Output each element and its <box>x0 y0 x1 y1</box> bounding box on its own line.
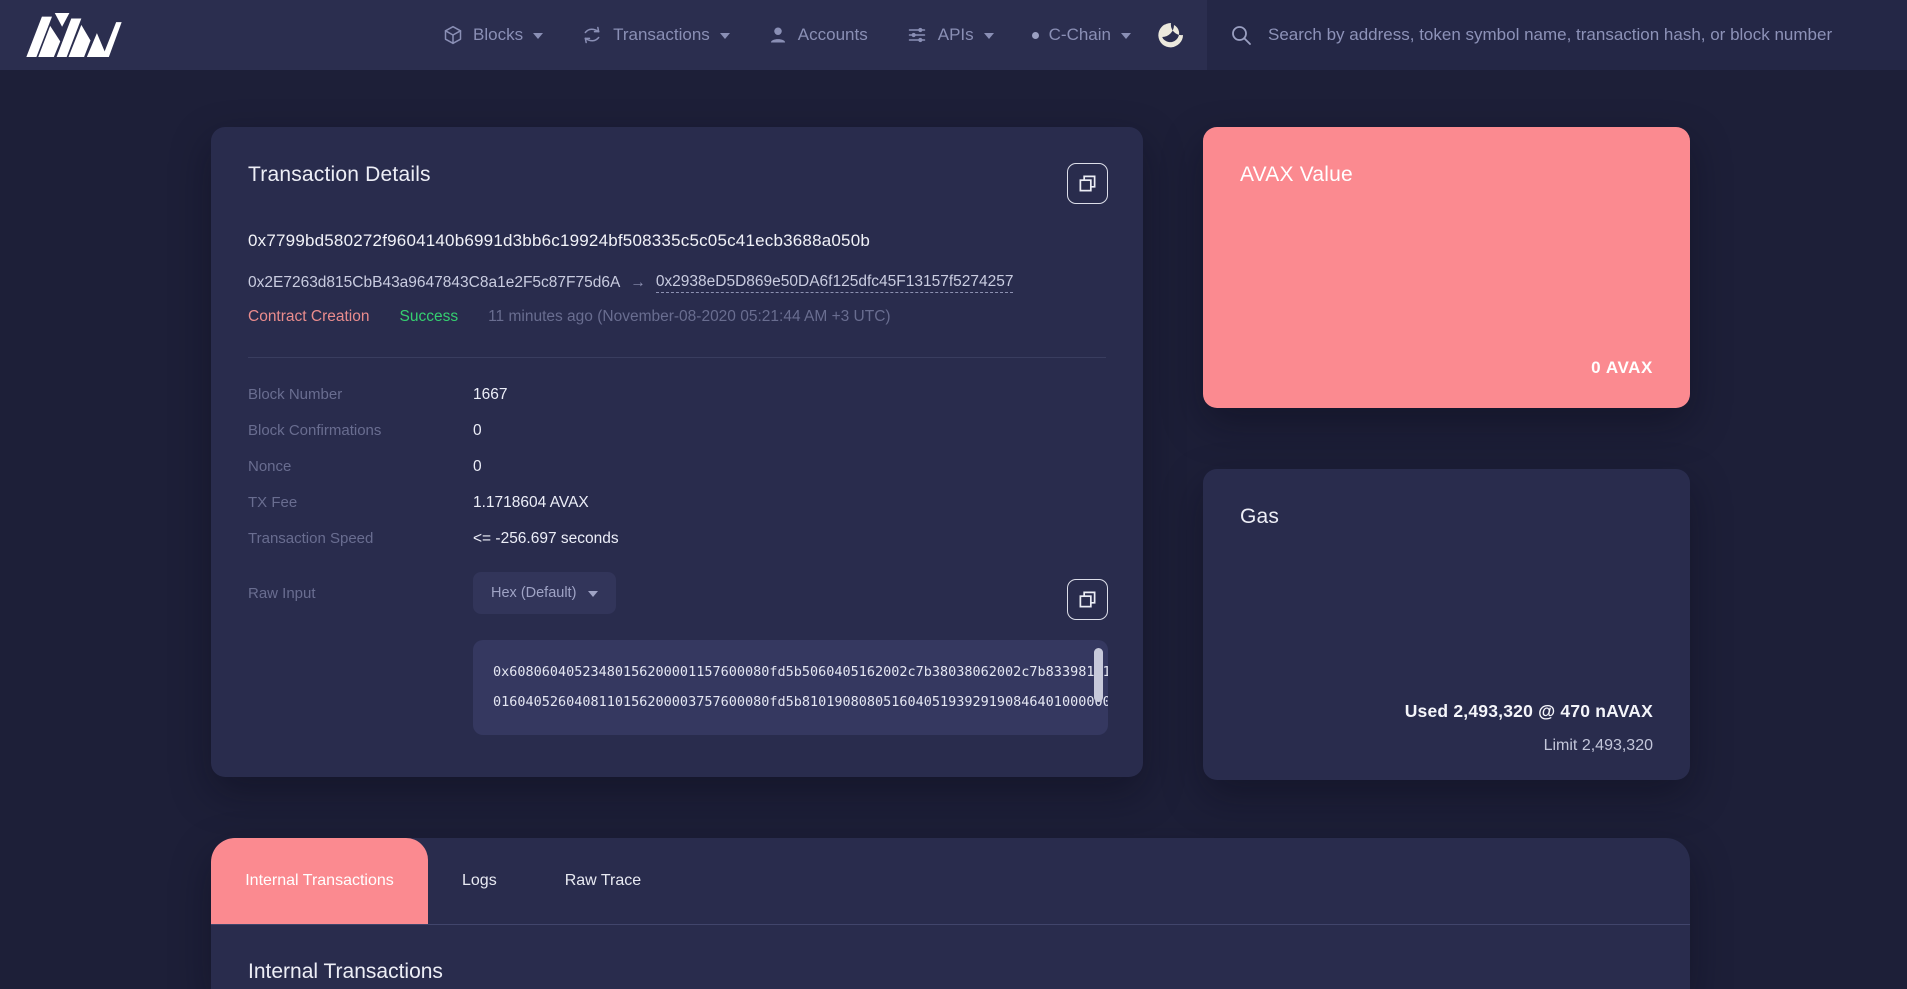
tab-internal-transactions[interactable]: Internal Transactions <box>211 838 428 924</box>
raw-input-hex-box[interactable]: 0x60806040523480156200001157600080fd5b50… <box>473 640 1108 735</box>
row-value: 1667 <box>473 386 507 404</box>
dark-mode-toggle[interactable] <box>1157 21 1185 49</box>
row-label: TX Fee <box>248 494 473 511</box>
row-label: Block Number <box>248 386 473 403</box>
nav-item-chain-selector[interactable]: C-Chain <box>1032 25 1131 45</box>
transaction-timestamp: 11 minutes ago (November-08-2020 05:21:4… <box>488 308 891 326</box>
nav-label-blocks: Blocks <box>473 25 523 45</box>
row-nonce: Nonce 0 <box>248 458 1106 494</box>
row-block-confirmations: Block Confirmations 0 <box>248 422 1106 458</box>
chevron-down-icon <box>588 591 598 597</box>
detail-rows: Block Number 1667 Block Confirmations 0 … <box>248 386 1106 566</box>
api-sliders-icon <box>906 25 928 45</box>
row-transaction-speed: Transaction Speed <= -256.697 seconds <box>248 530 1106 566</box>
copy-icon <box>1078 174 1097 193</box>
copy-hash-button[interactable] <box>1067 163 1108 204</box>
internal-transactions-heading: Internal Transactions <box>248 960 1690 984</box>
row-value: <= -256.697 seconds <box>473 530 619 548</box>
raw-input-line: 0x60806040523480156200001157600080fd5b50… <box>493 657 1078 687</box>
search-input[interactable] <box>1268 25 1888 45</box>
transfer-arrows-icon <box>581 25 603 45</box>
cube-icon <box>443 25 463 45</box>
divider <box>248 357 1106 358</box>
gas-card: Gas Used 2,493,320 @ 470 nAVAX Limit 2,4… <box>1203 469 1690 780</box>
encoding-selected-value: Hex (Default) <box>491 585 576 601</box>
transaction-status-line: Contract Creation Success 11 minutes ago… <box>248 308 1106 326</box>
row-value: 0 <box>473 422 482 440</box>
avax-value-title: AVAX Value <box>1240 163 1653 187</box>
to-address-link[interactable]: 0x2938eD5D869e50DA6f125dfc45F13157f52742… <box>656 273 1014 293</box>
gas-used-value: Used 2,493,320 @ 470 nAVAX <box>1405 701 1653 722</box>
transaction-type: Contract Creation <box>248 308 369 326</box>
nav-item-accounts[interactable]: Accounts <box>768 25 868 45</box>
copy-raw-input-button[interactable] <box>1067 579 1108 620</box>
tab-logs[interactable]: Logs <box>428 838 531 924</box>
from-address: 0x2E7263d815CbB43a9647843C8a1e2F5c87F75d… <box>248 274 620 292</box>
gas-title: Gas <box>1240 505 1653 529</box>
raw-input-label: Raw Input <box>248 572 473 602</box>
arrow-right-icon: → <box>630 274 646 292</box>
row-tx-fee: TX Fee 1.1718604 AVAX <box>248 494 1106 530</box>
row-label: Transaction Speed <box>248 530 473 547</box>
transaction-hash: 0x7799bd580272f9604140b6991d3bb6c19924bf… <box>248 231 1106 251</box>
avax-value-card: AVAX Value 0 AVAX <box>1203 127 1690 408</box>
nav-item-apis[interactable]: APIs <box>906 25 994 45</box>
row-value: 0 <box>473 458 482 476</box>
encoding-select[interactable]: Hex (Default) <box>473 572 616 614</box>
nav-label-apis: APIs <box>938 25 974 45</box>
chevron-down-icon <box>720 33 730 39</box>
chevron-down-icon <box>984 33 994 39</box>
row-label: Nonce <box>248 458 473 475</box>
search-icon <box>1229 23 1253 47</box>
nav-label-c-chain: C-Chain <box>1049 25 1111 45</box>
hex-box-scrollbar[interactable] <box>1094 648 1103 702</box>
row-block-number: Block Number 1667 <box>248 386 1106 422</box>
copy-icon <box>1078 590 1097 609</box>
avax-amount: 0 AVAX <box>1591 358 1653 378</box>
tab-bar: Internal Transactions Logs Raw Trace <box>211 838 1690 925</box>
gas-limit-value: Limit 2,493,320 <box>1544 737 1653 755</box>
top-navbar: Blocks Transactions Accounts APIs <box>0 0 1907 70</box>
avalanche-logo-icon <box>26 13 122 57</box>
person-icon <box>768 25 788 45</box>
global-search <box>1207 0 1907 70</box>
chain-dot-icon <box>1032 32 1039 39</box>
status-badge: Success <box>399 308 458 326</box>
tab-raw-trace[interactable]: Raw Trace <box>531 838 675 924</box>
transaction-addresses: 0x2E7263d815CbB43a9647843C8a1e2F5c87F75d… <box>248 273 1106 293</box>
transaction-details-card: Transaction Details 0x7799bd580272f96041… <box>211 127 1143 777</box>
chevron-down-icon <box>1121 33 1131 39</box>
row-label: Block Confirmations <box>248 422 473 439</box>
transaction-tabs-panel: Internal Transactions Logs Raw Trace Int… <box>211 838 1690 989</box>
nav-menu: Blocks Transactions Accounts APIs <box>443 25 1131 45</box>
raw-input-line: 0160405260408110156200003757600080fd5b81… <box>493 687 1078 717</box>
row-value: 1.1718604 AVAX <box>473 494 589 512</box>
transaction-details-title: Transaction Details <box>248 163 1106 187</box>
avalanche-logo[interactable] <box>26 13 122 57</box>
chevron-down-icon <box>533 33 543 39</box>
raw-input-row: Raw Input Hex (Default) <box>248 572 1106 614</box>
nav-label-accounts: Accounts <box>798 25 868 45</box>
nav-item-blocks[interactable]: Blocks <box>443 25 543 45</box>
moon-icon <box>1157 21 1185 49</box>
nav-item-transactions[interactable]: Transactions <box>581 25 730 45</box>
nav-label-transactions: Transactions <box>613 25 710 45</box>
